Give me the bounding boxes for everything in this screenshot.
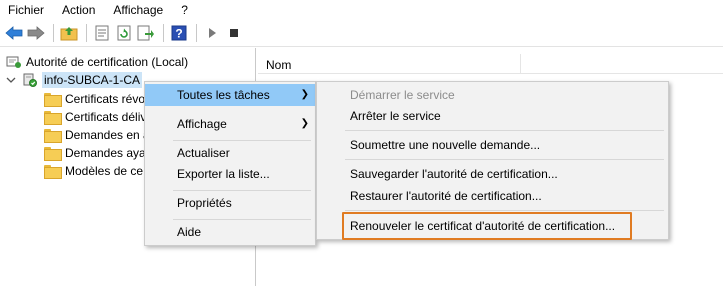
- menu-item-label: Aide: [177, 225, 202, 239]
- folder-icon: [44, 146, 62, 161]
- tree-root[interactable]: Autorité de certification (Local): [6, 52, 188, 71]
- chevron-right-icon: ❯: [300, 118, 309, 129]
- column-header-nom[interactable]: Nom: [266, 58, 291, 72]
- context-menu: Toutes les tâches ❯ Affichage ❯ Actualis…: [144, 81, 316, 246]
- menu-item-label: Exporter la liste...: [177, 167, 270, 181]
- tree-item-label: Certificats révo: [65, 91, 146, 106]
- list-header: Nom: [258, 54, 723, 74]
- menu-separator: [173, 190, 311, 191]
- ca-server-icon: [22, 72, 38, 88]
- menu-item-label: Restaurer l'autorité de certification...: [350, 189, 542, 203]
- menu-item-export-list[interactable]: Exporter la liste...: [145, 163, 315, 185]
- menu-item-label: Toutes les tâches: [177, 88, 270, 102]
- menu-item-label: Arrêter le service: [350, 109, 441, 123]
- menu-item-label: Soumettre une nouvelle demande...: [350, 138, 541, 152]
- stop-icon[interactable]: [224, 23, 244, 43]
- up-folder-icon[interactable]: [59, 23, 79, 43]
- menu-item-label: Affichage: [177, 117, 227, 131]
- toolbar-separator: [163, 24, 164, 42]
- submenu-item-stop-service[interactable]: Arrêter le service: [317, 105, 668, 127]
- toolbar-separator: [53, 24, 54, 42]
- chevron-right-icon: ❯: [300, 89, 309, 100]
- certificate-authority-icon: [6, 54, 22, 70]
- menu-bar: Fichier Action Affichage ?: [0, 0, 723, 20]
- tree-item-label: Certificats déliv: [65, 109, 147, 124]
- submenu-item-start-service: Démarrer le service: [317, 84, 668, 106]
- menu-item-label: Propriétés: [177, 196, 232, 210]
- tree-item-label: Demandes en a: [65, 127, 150, 142]
- menu-item-all-tasks[interactable]: Toutes les tâches ❯: [145, 84, 315, 106]
- menu-affichage[interactable]: Affichage: [104, 0, 172, 20]
- submenu-item-submit-request[interactable]: Soumettre une nouvelle demande...: [317, 134, 668, 156]
- tree-node-ca-label: info-SUBCA-1-CA: [42, 71, 143, 88]
- menu-separator: [345, 210, 664, 211]
- menu-item-refresh[interactable]: Actualiser: [145, 142, 315, 164]
- properties-icon[interactable]: [92, 23, 112, 43]
- export-list-icon[interactable]: [136, 23, 156, 43]
- tree-item-label: Modèles de ce: [65, 163, 144, 178]
- folder-icon: [44, 92, 62, 107]
- tree-item-pending[interactable]: Demandes en a: [44, 125, 150, 144]
- menu-fichier[interactable]: Fichier: [0, 0, 53, 20]
- highlight-callout: [342, 212, 632, 240]
- play-icon[interactable]: [202, 23, 222, 43]
- menu-separator: [173, 140, 311, 141]
- menu-action[interactable]: Action: [53, 0, 104, 20]
- menu-item-label: Actualiser: [177, 146, 230, 160]
- toolbar-separator: [196, 24, 197, 42]
- submenu-item-backup-ca[interactable]: Sauvegarder l'autorité de certification.…: [317, 163, 668, 185]
- toolbar-separator: [86, 24, 87, 42]
- refresh-icon[interactable]: [114, 23, 134, 43]
- folder-icon: [44, 110, 62, 125]
- forward-arrow-icon[interactable]: [26, 23, 46, 43]
- tree-item-templates[interactable]: Modèles de ce: [44, 161, 143, 180]
- menu-separator: [345, 130, 664, 131]
- menu-item-label: Sauvegarder l'autorité de certification.…: [350, 167, 558, 181]
- menu-item-help[interactable]: Aide: [145, 221, 315, 243]
- tree-item-label: Demandes aya: [65, 145, 146, 160]
- submenu-item-restore-ca[interactable]: Restaurer l'autorité de certification...: [317, 185, 668, 207]
- tree-item-failed[interactable]: Demandes aya: [44, 143, 146, 162]
- tree-item-issued[interactable]: Certificats déliv: [44, 107, 146, 126]
- folder-icon: [44, 164, 62, 179]
- column-separator[interactable]: [520, 54, 521, 74]
- chevron-down-icon[interactable]: [6, 73, 16, 87]
- menu-separator: [345, 159, 664, 160]
- svg-text:?: ?: [175, 27, 182, 41]
- tree-item-revoked[interactable]: Certificats révo: [44, 89, 145, 108]
- toolbar: ?: [0, 20, 723, 47]
- menu-item-label: Démarrer le service: [350, 88, 455, 102]
- menu-separator: [173, 219, 311, 220]
- menu-item-view[interactable]: Affichage ❯: [145, 113, 315, 135]
- help-icon[interactable]: ?: [169, 23, 189, 43]
- folder-icon: [44, 128, 62, 143]
- menu-item-properties[interactable]: Propriétés: [145, 192, 315, 214]
- back-arrow-icon[interactable]: [4, 23, 24, 43]
- menu-help[interactable]: ?: [172, 0, 197, 20]
- tree-root-label: Autorité de certification (Local): [26, 54, 189, 69]
- tree-node-ca[interactable]: info-SUBCA-1-CA: [6, 70, 143, 89]
